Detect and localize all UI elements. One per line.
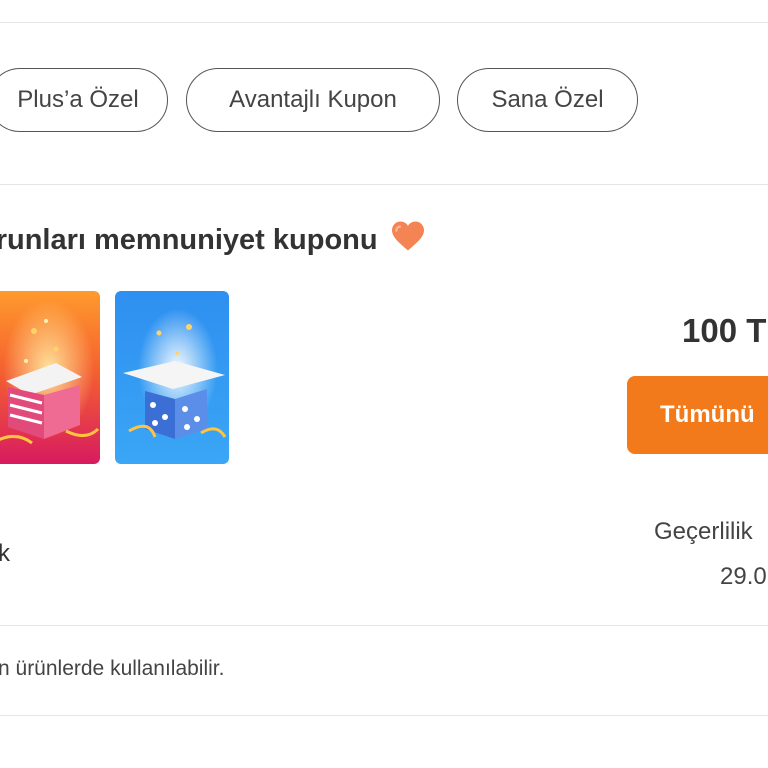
bottom-divider bbox=[0, 715, 768, 716]
gift-thumbnail-blue[interactable] bbox=[115, 291, 229, 464]
gift-thumbnail-pink[interactable] bbox=[0, 291, 100, 464]
coupon-info-fragment: k bbox=[0, 540, 10, 567]
heart-icon bbox=[390, 220, 426, 260]
coupon-title-text: orunları memnuniyet kuponu bbox=[0, 223, 378, 256]
coupon-note: n ürünlerde kullanılabilir. bbox=[0, 657, 225, 680]
top-divider bbox=[0, 22, 768, 23]
validity-label: Geçerlilik bbox=[654, 518, 753, 545]
coupon-divider bbox=[0, 625, 768, 626]
see-all-button[interactable]: Tümünü bbox=[627, 376, 768, 454]
chips-divider bbox=[0, 184, 768, 185]
chip-plus-ozel[interactable]: Plus’a Özel bbox=[0, 68, 168, 132]
chip-avantajli-kupon[interactable]: Avantajlı Kupon bbox=[186, 68, 440, 132]
chip-sana-ozel[interactable]: Sana Özel bbox=[457, 68, 638, 132]
coupon-amount: 100 T bbox=[682, 312, 767, 349]
coupon-title: orunları memnuniyet kuponu bbox=[0, 220, 426, 260]
filter-chips: Plus’a Özel Avantajlı Kupon Sana Özel bbox=[0, 68, 768, 136]
validity-date: 29.0 bbox=[720, 563, 767, 590]
